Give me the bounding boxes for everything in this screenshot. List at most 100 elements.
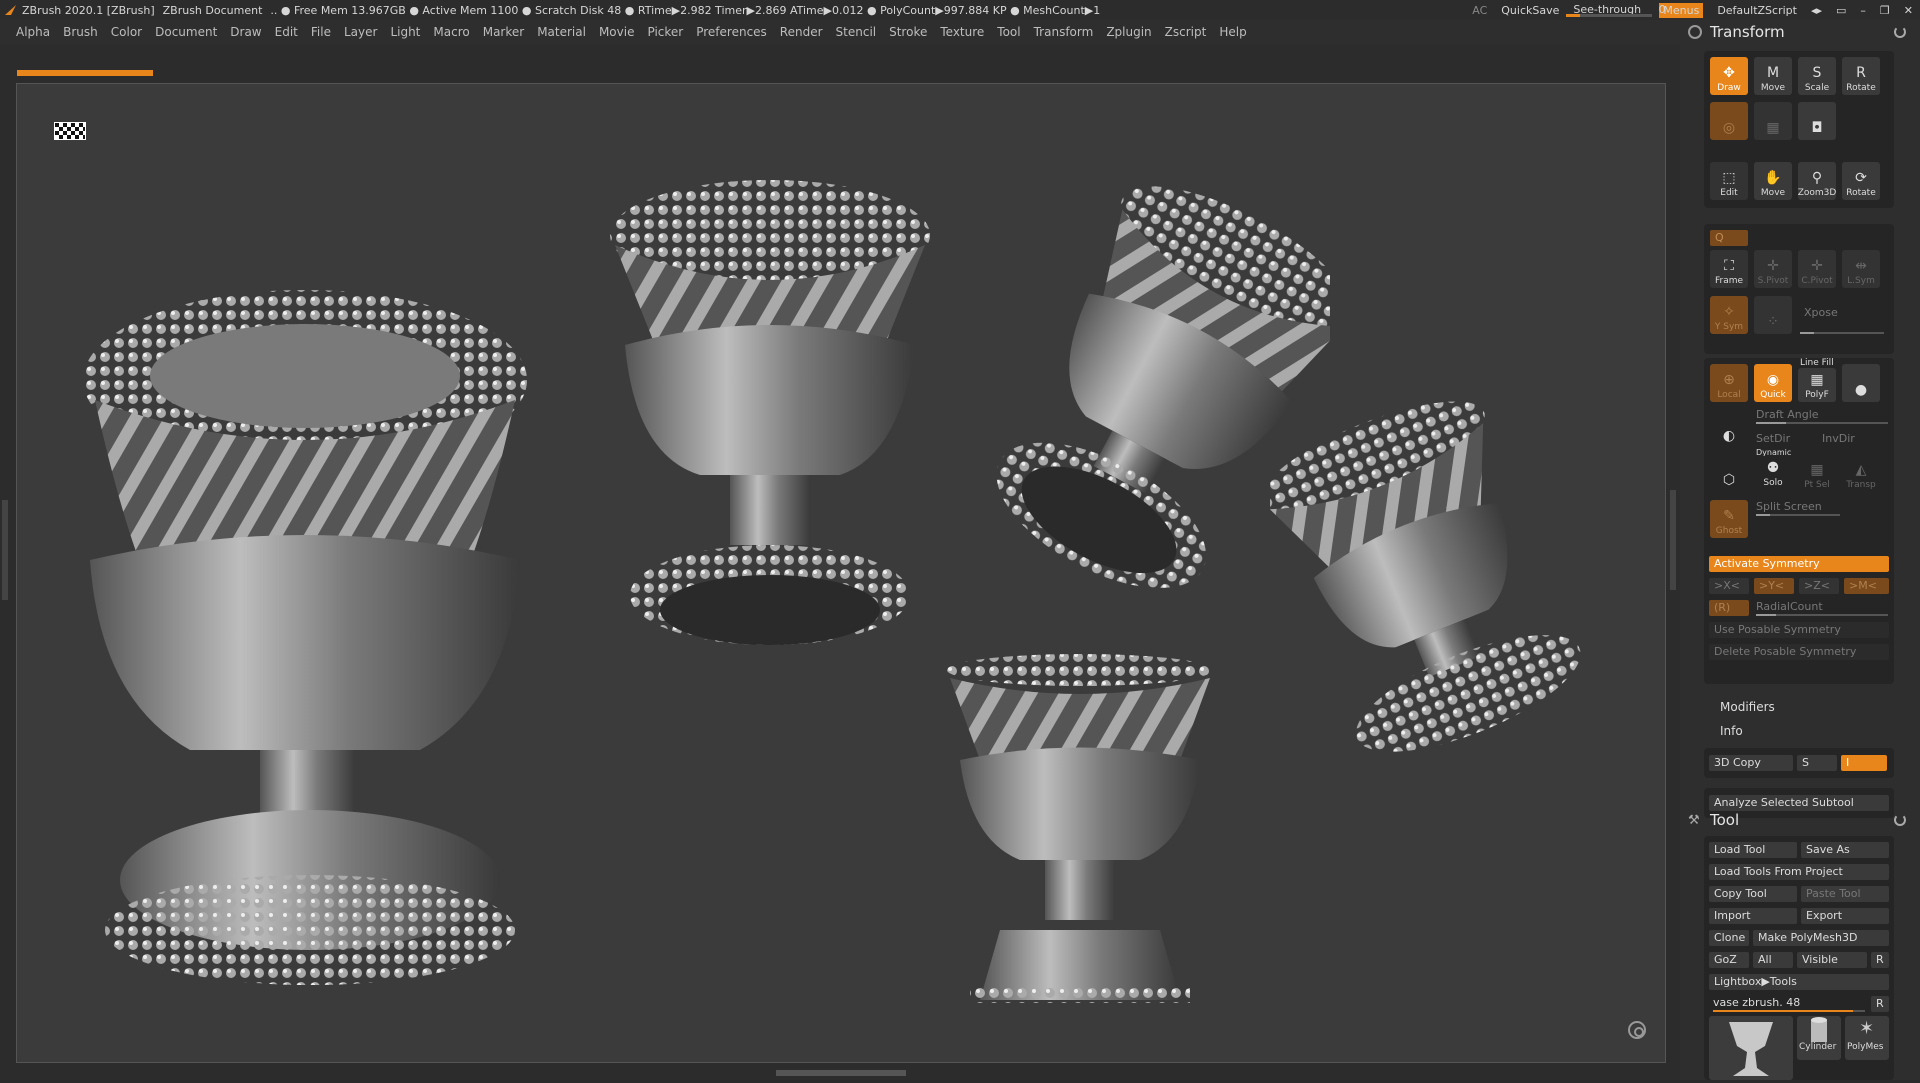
modifiers-section[interactable]: Modifiers (1720, 700, 1775, 714)
draft-angle-slider[interactable] (1756, 422, 1888, 424)
current-tool-slider[interactable] (1713, 1010, 1865, 1012)
palette-icon[interactable]: ▭ (1836, 4, 1846, 17)
move-view-button[interactable]: ✋ Move (1754, 162, 1792, 200)
vase-tool-thumbnail[interactable] (1709, 1016, 1793, 1080)
tool-r-button[interactable]: R (1871, 996, 1889, 1012)
ysym-button[interactable]: ✧ Y Sym (1710, 296, 1748, 334)
scale-mode-button[interactable]: S Scale (1798, 57, 1836, 95)
load-tool-button[interactable]: Load Tool (1709, 842, 1797, 858)
import-button[interactable]: Import (1709, 908, 1797, 924)
snapshot-button[interactable]: ◘ (1798, 102, 1836, 140)
see-through-slider[interactable]: See-through 0 (1566, 3, 1666, 17)
menu-stroke[interactable]: Stroke (889, 25, 927, 39)
menu-layer[interactable]: Layer (344, 25, 377, 39)
polymesh-tool-thumbnail[interactable]: ✶ PolyMes (1845, 1016, 1889, 1060)
make-polymesh3d-button[interactable]: Make PolyMesh3D (1753, 930, 1889, 946)
save-as-button[interactable]: Save As (1801, 842, 1889, 858)
default-zscript-button[interactable]: DefaultZScript (1717, 4, 1797, 17)
menu-document[interactable]: Document (155, 25, 217, 39)
xpose-slider[interactable] (1800, 332, 1884, 334)
ac-label[interactable]: AC (1472, 4, 1487, 17)
menu-render[interactable]: Render (780, 25, 823, 39)
menu-macro[interactable]: Macro (433, 25, 469, 39)
menu-zplugin[interactable]: Zplugin (1106, 25, 1151, 39)
menu-preferences[interactable]: Preferences (696, 25, 767, 39)
spivot-button[interactable]: ✛ S.Pivot (1754, 250, 1792, 288)
load-tools-from-project-button[interactable]: Load Tools From Project (1709, 864, 1889, 880)
menu-brush[interactable]: Brush (63, 25, 98, 39)
polyf-button[interactable]: ▦ PolyF (1798, 368, 1836, 402)
paste-tool-button[interactable]: Paste Tool (1801, 886, 1889, 902)
ptsel-button[interactable]: ▦ Pt Sel (1798, 454, 1836, 492)
backface-button[interactable]: ⬡ (1710, 454, 1748, 492)
sym-z-button[interactable]: >Z< (1799, 578, 1839, 594)
transp-button[interactable]: ◭ Transp (1842, 454, 1880, 492)
layout-icon[interactable]: ◂▸ (1811, 4, 1822, 17)
sym-m-button[interactable]: >M< (1844, 578, 1889, 594)
refresh-icon[interactable] (1894, 26, 1906, 38)
close-icon[interactable]: ✕ (1904, 4, 1913, 17)
use-posable-symmetry-button[interactable]: Use Posable Symmetry (1709, 622, 1889, 638)
menu-help[interactable]: Help (1219, 25, 1246, 39)
goz-r-button[interactable]: R (1871, 952, 1889, 968)
xyz-rotate-button[interactable]: Q (1710, 230, 1748, 246)
material-sphere-button[interactable]: ● (1842, 364, 1880, 402)
solo-button[interactable]: ⚉ Solo (1754, 456, 1792, 490)
menu-alpha[interactable]: Alpha (16, 25, 50, 39)
radial-r-button[interactable]: (R) (1709, 600, 1749, 616)
quicksave-button[interactable]: QuickSave (1501, 4, 1559, 17)
rotate-mode-button[interactable]: R Rotate (1842, 57, 1880, 95)
menu-material[interactable]: Material (537, 25, 586, 39)
edit-button[interactable]: ⬚ Edit (1710, 162, 1748, 200)
draw-mode-button[interactable]: ✥ Draw (1710, 57, 1748, 95)
xpose-icon-button[interactable]: ⁘ (1754, 296, 1792, 334)
menu-stencil[interactable]: Stencil (836, 25, 877, 39)
frame-button[interactable]: ⛶ Frame (1710, 250, 1748, 288)
delete-posable-symmetry-button[interactable]: Delete Posable Symmetry (1709, 644, 1889, 660)
setdir-button[interactable]: SetDir (1756, 432, 1790, 445)
menu-file[interactable]: File (311, 25, 331, 39)
cpivot-button[interactable]: ✛ C.Pivot (1798, 250, 1836, 288)
gizmo-toggle-button[interactable]: ◎ (1710, 102, 1748, 140)
local-button[interactable]: ⊕ Local (1710, 364, 1748, 402)
menu-movie[interactable]: Movie (599, 25, 635, 39)
cylinder-tool-thumbnail[interactable]: Cylinder (1797, 1016, 1841, 1060)
goz-all-button[interactable]: All (1753, 952, 1793, 968)
draft-toggle-button[interactable]: ◐ (1710, 410, 1748, 448)
copy3d-i-button[interactable]: I (1841, 755, 1887, 771)
edit-mode-disabled-button[interactable]: ▦ (1754, 102, 1792, 140)
document-thumbnail-icon[interactable] (54, 122, 86, 140)
menu-marker[interactable]: Marker (483, 25, 524, 39)
bottom-tray-handle[interactable] (776, 1070, 906, 1076)
zoom3d-button[interactable]: ⚲ Zoom3D (1798, 162, 1836, 200)
tool-palette-header[interactable]: ⚒ Tool (1680, 808, 1920, 832)
copy3d-button[interactable]: 3D Copy (1709, 755, 1793, 771)
invdir-button[interactable]: InvDir (1822, 432, 1855, 445)
copy-tool-button[interactable]: Copy Tool (1709, 886, 1797, 902)
activate-symmetry-button[interactable]: Activate Symmetry (1709, 556, 1889, 572)
lsym-button[interactable]: ⇹ L.Sym (1842, 250, 1880, 288)
goz-visible-button[interactable]: Visible (1797, 952, 1867, 968)
menu-color[interactable]: Color (111, 25, 142, 39)
copy3d-s-button[interactable]: S (1797, 755, 1837, 771)
menu-edit[interactable]: Edit (275, 25, 298, 39)
menu-texture[interactable]: Texture (940, 25, 984, 39)
transform-palette-header[interactable]: Transform (1680, 20, 1920, 44)
menu-picker[interactable]: Picker (647, 25, 683, 39)
menu-tool[interactable]: Tool (997, 25, 1020, 39)
sym-y-button[interactable]: >Y< (1754, 578, 1794, 594)
left-tray-handle[interactable] (2, 500, 8, 600)
menu-zscript[interactable]: Zscript (1165, 25, 1207, 39)
tool-refresh-icon[interactable] (1894, 814, 1906, 826)
floor-grid-icon[interactable] (1628, 1021, 1646, 1039)
right-tray-handle[interactable] (1670, 490, 1676, 590)
quick-button[interactable]: ◉ Quick (1754, 364, 1792, 402)
menu-light[interactable]: Light (390, 25, 420, 39)
info-section[interactable]: Info (1720, 724, 1743, 738)
restore-icon[interactable]: ❐ (1880, 4, 1890, 17)
menu-draw[interactable]: Draw (230, 25, 261, 39)
minimize-icon[interactable]: – (1860, 4, 1866, 17)
goz-button[interactable]: GoZ (1709, 952, 1749, 968)
lightbox-tools-button[interactable]: Lightbox▶Tools (1709, 974, 1889, 990)
clone-button[interactable]: Clone (1709, 930, 1749, 946)
